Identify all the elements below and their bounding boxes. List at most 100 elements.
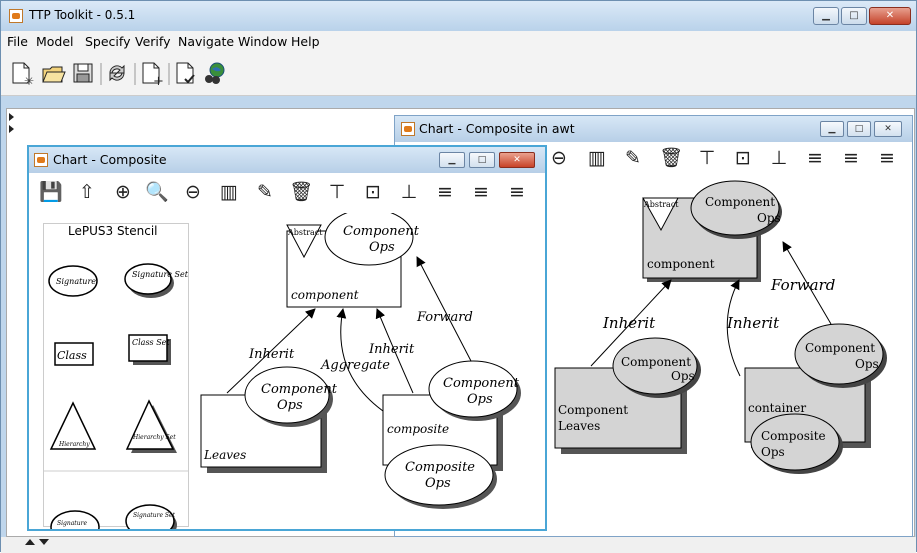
edit-pencil-icon[interactable]: ✎ <box>621 146 645 170</box>
ruler-columns-icon[interactable]: ▥ <box>585 146 609 170</box>
component-ops-ellipse[interactable] <box>324 213 414 266</box>
collapse-arrows-icon[interactable] <box>23 537 53 547</box>
trash-icon[interactable]: 🗑 <box>289 180 313 204</box>
stencil-signature-2[interactable]: Signature <box>50 510 100 529</box>
split-arrows-icon[interactable] <box>8 111 16 137</box>
menu-file[interactable]: File <box>7 34 28 49</box>
container-ops-line1: Component <box>805 341 875 355</box>
chart-awt-close-button[interactable]: ✕ <box>874 121 902 137</box>
stencil-signature-set[interactable]: Signature Set <box>124 263 189 298</box>
container-class-label: container <box>748 401 806 415</box>
chart-composite-titlebar[interactable]: Chart - Composite ▁ □ ✕ <box>29 147 545 173</box>
stencil-hierarchy-set[interactable]: Hierarchy Set <box>125 399 177 453</box>
main-toolbar-icons: ✳ + <box>12 62 225 87</box>
menu-navigate[interactable]: Navigate <box>178 34 234 49</box>
chart-awt-maximize-button[interactable]: □ <box>847 121 871 137</box>
window-title: TTP Toolkit - 0.5.1 <box>29 8 136 22</box>
menu-help[interactable]: Help <box>291 34 320 49</box>
svg-text:Signature Set: Signature Set <box>133 512 176 519</box>
align-top-icon[interactable]: ⊤ <box>695 146 719 170</box>
leaves-ops-line1: Component <box>261 382 338 397</box>
maximize-button[interactable]: □ <box>841 7 867 25</box>
zoom-out-icon[interactable]: ⊖ <box>547 146 571 170</box>
menu-verify[interactable]: Verify <box>135 34 170 49</box>
menu-window[interactable]: Window <box>238 34 287 49</box>
chart-awt-titlebar[interactable]: Chart - Composite in awt ▁ □ ✕ <box>395 116 912 142</box>
trash-icon[interactable]: 🗑 <box>659 146 683 170</box>
open-folder-icon[interactable] <box>42 66 66 83</box>
title-bar[interactable]: TTP Toolkit - 0.5.1 ▁ □ ✕ <box>1 1 916 31</box>
svg-text:Signature Set: Signature Set <box>132 270 189 279</box>
align-right-icon[interactable]: ≡ <box>875 146 899 170</box>
globe-binoculars-icon[interactable] <box>205 62 225 84</box>
align-center-icon[interactable]: ≡ <box>839 146 863 170</box>
java-app-icon <box>34 153 48 167</box>
java-app-icon <box>9 9 23 23</box>
zoom-icon[interactable]: 🔍 <box>145 180 169 204</box>
zoom-in-icon[interactable]: ⊕ <box>111 180 135 204</box>
ruler-columns-icon[interactable]: ▥ <box>217 180 241 204</box>
stencil-signature-set-2[interactable]: Signature Set <box>125 504 177 529</box>
chart-composite-minimize-button[interactable]: ▁ <box>439 152 465 168</box>
align-right-icon[interactable]: ≡ <box>505 180 529 204</box>
refresh-arrows-icon[interactable] <box>109 64 125 82</box>
svg-text:Hierarchy Set: Hierarchy Set <box>132 434 176 441</box>
stencil-signature[interactable]: Signature <box>48 265 98 297</box>
align-left-icon[interactable]: ≡ <box>803 146 827 170</box>
save-icon[interactable]: 💾 <box>39 180 63 204</box>
align-center-icon[interactable]: ≡ <box>469 180 493 204</box>
align-top-icon[interactable]: ⊤ <box>325 180 349 204</box>
leaves-class-label-line2: Leaves <box>558 419 600 433</box>
new-document-plus-icon[interactable]: + <box>142 62 164 87</box>
save-disk-icon[interactable] <box>73 63 93 83</box>
composite-class-label: composite <box>387 422 449 436</box>
component-ops-line1: Component <box>705 195 775 209</box>
zoom-out-icon[interactable]: ⊖ <box>181 180 205 204</box>
align-middle-icon[interactable]: ⊡ <box>361 180 385 204</box>
chart-composite-canvas[interactable]: component Abstract Component Ops Leaves … <box>191 213 545 531</box>
edge-label-inherit-1: Inherit <box>602 314 656 332</box>
stencil-hierarchy[interactable]: Hierarchy <box>49 401 97 450</box>
edit-pencil-icon[interactable]: ✎ <box>253 180 277 204</box>
svg-text:Signature: Signature <box>57 520 87 527</box>
svg-text:Signature: Signature <box>56 277 96 286</box>
edge-label-forward: Forward <box>770 276 835 294</box>
leaves-class-label-line1: Component <box>558 403 628 417</box>
svg-text:Class Set: Class Set <box>132 338 170 347</box>
stencil-class-set[interactable]: Class Set <box>128 334 171 365</box>
chart-composite-maximize-button[interactable]: □ <box>469 152 495 168</box>
chart-composite-close-button[interactable]: ✕ <box>499 152 535 168</box>
component-class-label: component <box>647 257 715 271</box>
java-app-icon <box>401 122 415 136</box>
composite-ops-ellipse[interactable] <box>384 444 494 506</box>
svg-text:✳: ✳ <box>24 74 34 87</box>
abstract-label: Abstract <box>643 200 679 209</box>
main-toolbar: ✳ + <box>1 51 916 96</box>
document-check-icon[interactable] <box>176 62 195 84</box>
edge-label-inherit-2: Inherit <box>368 342 415 357</box>
align-left-icon[interactable]: ≡ <box>433 180 457 204</box>
composite-component-ops-line2: Ops <box>467 392 493 407</box>
container-ops-line2: Ops <box>855 357 879 371</box>
align-bottom-icon[interactable]: ⊥ <box>397 180 421 204</box>
stencil-title: LePUS3 Stencil <box>65 224 161 238</box>
upload-icon[interactable]: ⇧ <box>75 180 99 204</box>
chart-awt-title: Chart - Composite in awt <box>419 121 575 136</box>
chart-composite-title: Chart - Composite <box>53 152 167 167</box>
forward-edge <box>416 256 472 362</box>
chart-awt-minimize-button[interactable]: ▁ <box>820 121 844 137</box>
menu-specify[interactable]: Specify <box>85 34 130 49</box>
new-file-sparkle-icon[interactable]: ✳ <box>12 62 34 87</box>
stencil-class[interactable]: Class <box>54 342 94 366</box>
chart-composite-window: Chart - Composite ▁ □ ✕ 💾 ⇧ ⊕ 🔍 ⊖ ▥ ✎ 🗑 … <box>27 145 547 531</box>
align-middle-icon[interactable]: ⊡ <box>731 146 755 170</box>
component-ops-line2: Ops <box>369 240 395 255</box>
menu-model[interactable]: Model <box>36 34 74 49</box>
align-bottom-icon[interactable]: ⊥ <box>767 146 791 170</box>
component-ops-line1: Component <box>343 224 420 239</box>
edge-label-inherit-2: Inherit <box>726 314 780 332</box>
edge-label-aggregate: Aggregate <box>320 358 390 373</box>
stencil-items: Signature Signature Set Class Class Set … <box>43 263 189 529</box>
close-button[interactable]: ✕ <box>869 7 911 25</box>
minimize-button[interactable]: ▁ <box>813 7 839 25</box>
